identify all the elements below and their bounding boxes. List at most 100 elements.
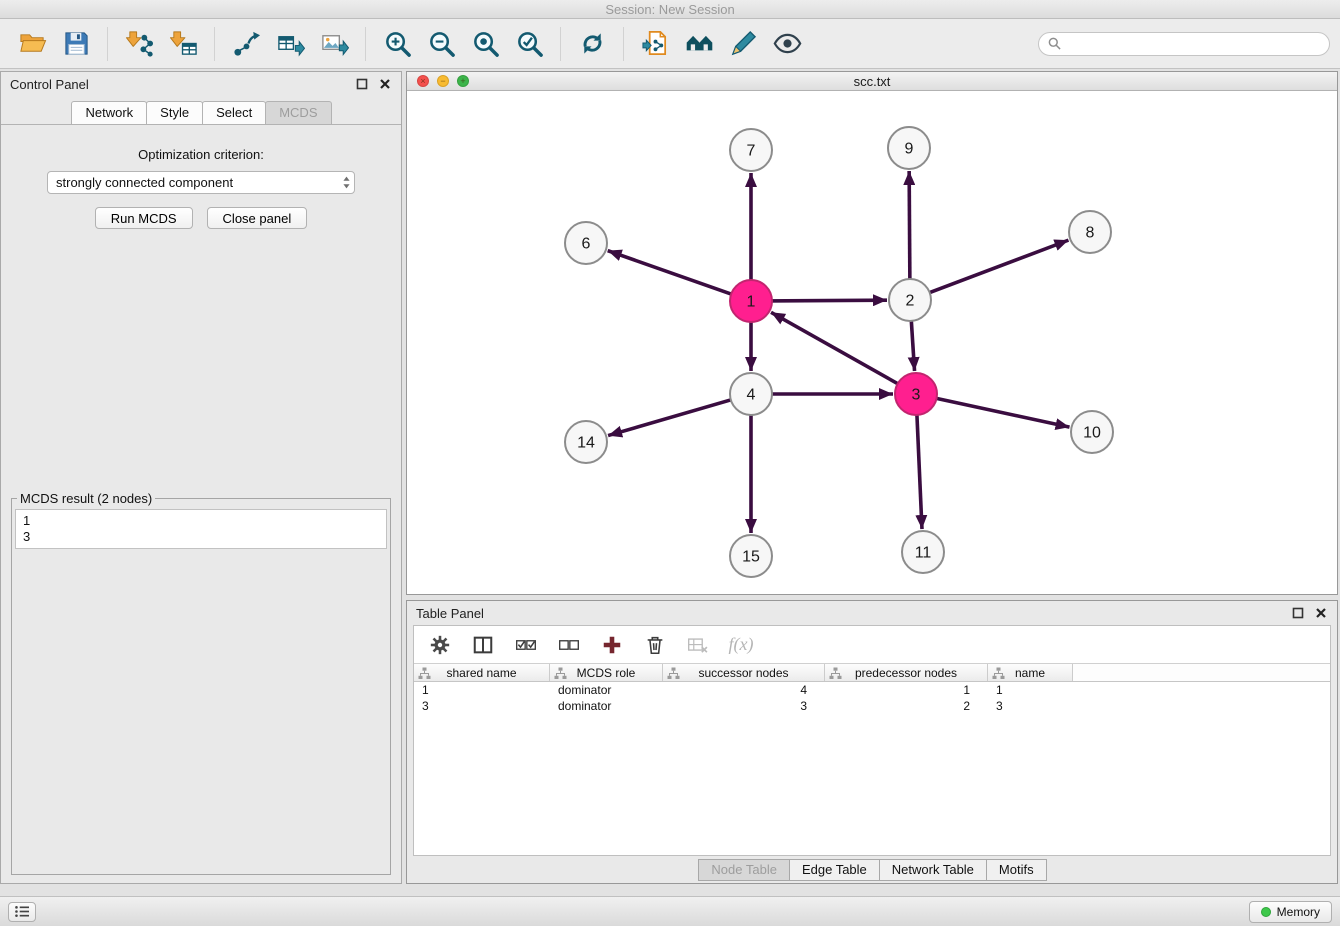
optimization-select[interactable]: strongly connected component: [47, 171, 355, 194]
table-toolbar: f(x): [414, 626, 1330, 663]
node-1[interactable]: 1: [730, 280, 772, 322]
close-table-panel-icon[interactable]: [1313, 606, 1328, 621]
export-network-icon[interactable]: [228, 26, 264, 62]
import-network-icon[interactable]: [121, 26, 157, 62]
node-label: 10: [1083, 425, 1101, 442]
network-window-title: scc.txt: [854, 74, 891, 89]
node-14[interactable]: 14: [565, 421, 607, 463]
tab-network[interactable]: Network: [71, 101, 147, 124]
close-window-button[interactable]: [417, 75, 429, 87]
node-3[interactable]: 3: [895, 373, 937, 415]
function-builder-icon: f(x): [728, 633, 754, 657]
task-history-button[interactable]: [8, 902, 36, 922]
close-panel-icon[interactable]: [377, 77, 392, 92]
toolbar-separator: [560, 27, 561, 61]
column-sort-icon[interactable]: [554, 667, 567, 680]
node-9[interactable]: 9: [888, 127, 930, 169]
column-sort-icon[interactable]: [829, 667, 842, 680]
main-area: Control Panel NetworkStyleSelectMCDS Opt…: [0, 70, 1340, 896]
edge-2-9[interactable]: [909, 171, 910, 285]
edge-3-1[interactable]: [771, 312, 903, 386]
tab-network-table[interactable]: Network Table: [879, 859, 987, 881]
float-table-panel-icon[interactable]: [1290, 606, 1305, 621]
first-neighbors-icon[interactable]: [681, 26, 717, 62]
delete-row-icon[interactable]: [642, 633, 668, 657]
table-body[interactable]: 1dominator4113dominator323: [414, 682, 1330, 855]
deselect-all-icon[interactable]: [556, 633, 582, 657]
edge-2-3[interactable]: [911, 315, 915, 371]
zoom-selected-icon[interactable]: [511, 26, 547, 62]
minimize-window-button[interactable]: [437, 75, 449, 87]
network-canvas[interactable]: 7 9 6 8 1 2 4 3 14 10 15 11: [407, 91, 1337, 594]
network-graph[interactable]: 7 9 6 8 1 2 4 3 14 10 15 11: [407, 91, 1337, 594]
edge-3-10[interactable]: [931, 397, 1070, 427]
column-header-name[interactable]: name: [988, 664, 1073, 681]
node-6[interactable]: 6: [565, 222, 607, 264]
toolbar-separator: [107, 27, 108, 61]
network-window-titlebar[interactable]: scc.txt: [407, 72, 1337, 91]
annotations-icon[interactable]: [725, 26, 761, 62]
result-line: 3: [23, 529, 379, 545]
export-table-icon[interactable]: [272, 26, 308, 62]
copy-view-icon[interactable]: [637, 26, 673, 62]
right-column: scc.txt 7968124314101511 Table Panel: [406, 71, 1338, 884]
column-visibility-icon[interactable]: [470, 633, 496, 657]
zoom-fit-icon[interactable]: [467, 26, 503, 62]
search-input[interactable]: [1066, 37, 1320, 51]
table-row[interactable]: 1dominator411: [414, 682, 1330, 698]
search-box[interactable]: [1038, 32, 1330, 56]
memory-label: Memory: [1277, 905, 1320, 919]
column-header-predecessor-nodes[interactable]: predecessor nodes: [825, 664, 988, 681]
column-header-successor-nodes[interactable]: successor nodes: [663, 664, 825, 681]
toggle-visibility-icon[interactable]: [769, 26, 805, 62]
edge-1-6[interactable]: [608, 251, 737, 296]
table-row[interactable]: 3dominator323: [414, 698, 1330, 714]
float-panel-icon[interactable]: [354, 77, 369, 92]
node-8[interactable]: 8: [1069, 211, 1111, 253]
table-settings-icon[interactable]: [427, 633, 453, 657]
node-label: 1: [747, 294, 756, 311]
edge-1-2[interactable]: [766, 300, 887, 301]
zoom-in-icon[interactable]: [379, 26, 415, 62]
memory-button[interactable]: Memory: [1249, 901, 1332, 923]
tab-style[interactable]: Style: [146, 101, 203, 124]
search-icon: [1048, 37, 1061, 50]
control-panel-title: Control Panel: [10, 77, 346, 92]
node-7[interactable]: 7: [730, 129, 772, 171]
open-file-icon[interactable]: [14, 26, 50, 62]
export-image-icon[interactable]: [316, 26, 352, 62]
column-header-shared-name[interactable]: shared name: [414, 664, 550, 681]
column-header-label: shared name: [446, 666, 516, 680]
tab-mcds[interactable]: MCDS: [265, 101, 331, 124]
add-row-icon[interactable]: [599, 633, 625, 657]
select-all-icon[interactable]: [513, 633, 539, 657]
tab-node-table[interactable]: Node Table: [698, 859, 790, 881]
optimization-select-value: strongly connected component: [56, 175, 342, 190]
column-sort-icon[interactable]: [418, 667, 431, 680]
run-mcds-button[interactable]: Run MCDS: [95, 207, 193, 229]
app-titlebar[interactable]: Session: New Session: [0, 0, 1340, 19]
node-2[interactable]: 2: [889, 279, 931, 321]
column-sort-icon[interactable]: [992, 667, 1005, 680]
edge-2-8[interactable]: [924, 240, 1068, 295]
refresh-icon[interactable]: [574, 26, 610, 62]
tab-edge-table[interactable]: Edge Table: [789, 859, 880, 881]
edge-3-11[interactable]: [917, 409, 922, 529]
node-4[interactable]: 4: [730, 373, 772, 415]
column-sort-icon[interactable]: [667, 667, 680, 680]
node-label: 8: [1086, 225, 1095, 242]
zoom-window-button[interactable]: [457, 75, 469, 87]
save-session-icon[interactable]: [58, 26, 94, 62]
tab-motifs[interactable]: Motifs: [986, 859, 1047, 881]
tab-select[interactable]: Select: [202, 101, 266, 124]
close-panel-button[interactable]: Close panel: [207, 207, 308, 229]
mcds-result-list[interactable]: 13: [15, 509, 387, 549]
node-11[interactable]: 11: [902, 531, 944, 573]
zoom-out-icon[interactable]: [423, 26, 459, 62]
edge-4-14[interactable]: [608, 398, 737, 435]
node-10[interactable]: 10: [1071, 411, 1113, 453]
node-15[interactable]: 15: [730, 535, 772, 577]
column-header-mcds-role[interactable]: MCDS role: [550, 664, 663, 681]
import-table-icon[interactable]: [165, 26, 201, 62]
column-header-label: predecessor nodes: [855, 666, 957, 680]
